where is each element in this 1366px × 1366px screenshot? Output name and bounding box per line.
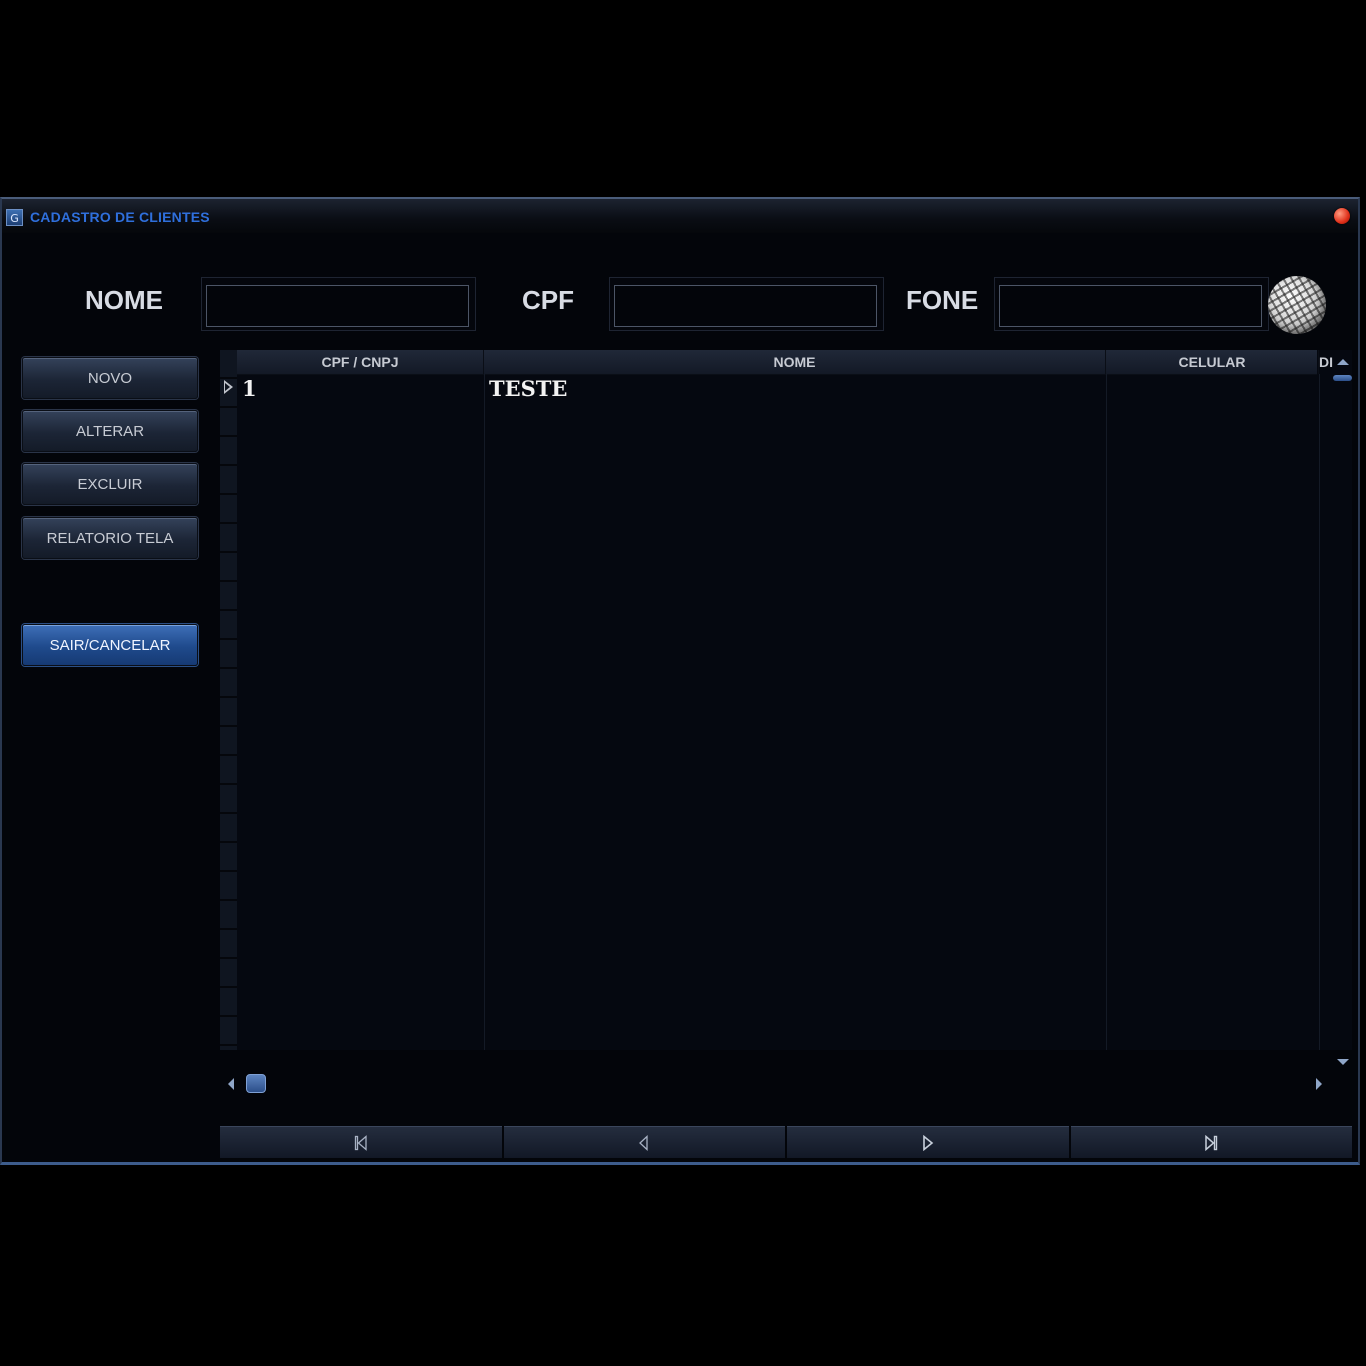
nome-search-input[interactable]	[206, 285, 469, 327]
last-icon	[1205, 1134, 1218, 1151]
horizontal-scrollbar[interactable]	[220, 1071, 1330, 1095]
column-divider	[1319, 374, 1320, 1050]
sair-cancelar-button[interactable]: SAIR/CANCELAR	[22, 624, 198, 666]
cadastro-clientes-window: G CADASTRO DE CLIENTES NOME CPF FONE NOV…	[0, 197, 1360, 1165]
horizontal-scroll-thumb[interactable]	[246, 1074, 266, 1093]
vertical-scroll-thumb[interactable]	[1333, 375, 1352, 381]
nome-search-box	[201, 277, 476, 331]
cpf-search-input[interactable]	[614, 285, 877, 327]
nome-label: NOME	[85, 285, 163, 315]
column-header-nome[interactable]: NOME	[484, 350, 1106, 374]
grid-header: CPF / CNPJ NOME CELULAR DI	[237, 350, 1333, 375]
app-icon: G	[6, 209, 23, 226]
window-title: CADASTRO DE CLIENTES	[30, 209, 210, 225]
first-record-button[interactable]	[220, 1126, 502, 1158]
next-icon	[922, 1134, 934, 1151]
column-header-cpf-cnpj[interactable]: CPF / CNPJ	[237, 350, 484, 374]
column-divider	[1106, 374, 1107, 1050]
scroll-left-icon[interactable]	[228, 1078, 234, 1090]
clients-grid[interactable]: CPF / CNPJ NOME CELULAR DI 1 TESTE	[220, 350, 1352, 1065]
scroll-up-icon[interactable]	[1337, 359, 1349, 365]
close-button[interactable]	[1334, 208, 1350, 224]
scroll-down-icon[interactable]	[1337, 1059, 1349, 1065]
relatorio-tela-button[interactable]: RELATORIO TELA	[22, 517, 198, 559]
last-record-button[interactable]	[1070, 1126, 1352, 1158]
excluir-button[interactable]: EXCLUIR	[22, 463, 198, 505]
vertical-scrollbar[interactable]	[1332, 350, 1352, 1070]
scroll-right-icon[interactable]	[1316, 1078, 1322, 1090]
fone-search-input[interactable]	[999, 285, 1262, 327]
novo-button[interactable]: NOVO	[22, 357, 198, 399]
row-indicator-column	[220, 350, 237, 1050]
column-divider	[484, 374, 485, 1050]
first-icon	[354, 1134, 367, 1151]
fone-search-box	[994, 277, 1269, 331]
cpf-search-box	[609, 277, 884, 331]
next-record-button[interactable]	[787, 1126, 1069, 1158]
cpf-label: CPF	[522, 285, 574, 315]
current-row-indicator-icon	[224, 380, 233, 394]
column-header-celular[interactable]: CELULAR	[1106, 350, 1319, 374]
prior-icon	[639, 1134, 648, 1151]
fone-label: FONE	[906, 285, 979, 315]
prior-record-button[interactable]	[503, 1126, 785, 1158]
title-bar: G CADASTRO DE CLIENTES	[2, 199, 1358, 233]
alterar-button[interactable]: ALTERAR	[22, 410, 198, 452]
record-navigator	[220, 1126, 1352, 1158]
cell-cpf-cnpj[interactable]: 1	[242, 376, 257, 401]
cell-nome[interactable]: TESTE	[489, 376, 567, 401]
globe-icon[interactable]	[1268, 276, 1326, 334]
